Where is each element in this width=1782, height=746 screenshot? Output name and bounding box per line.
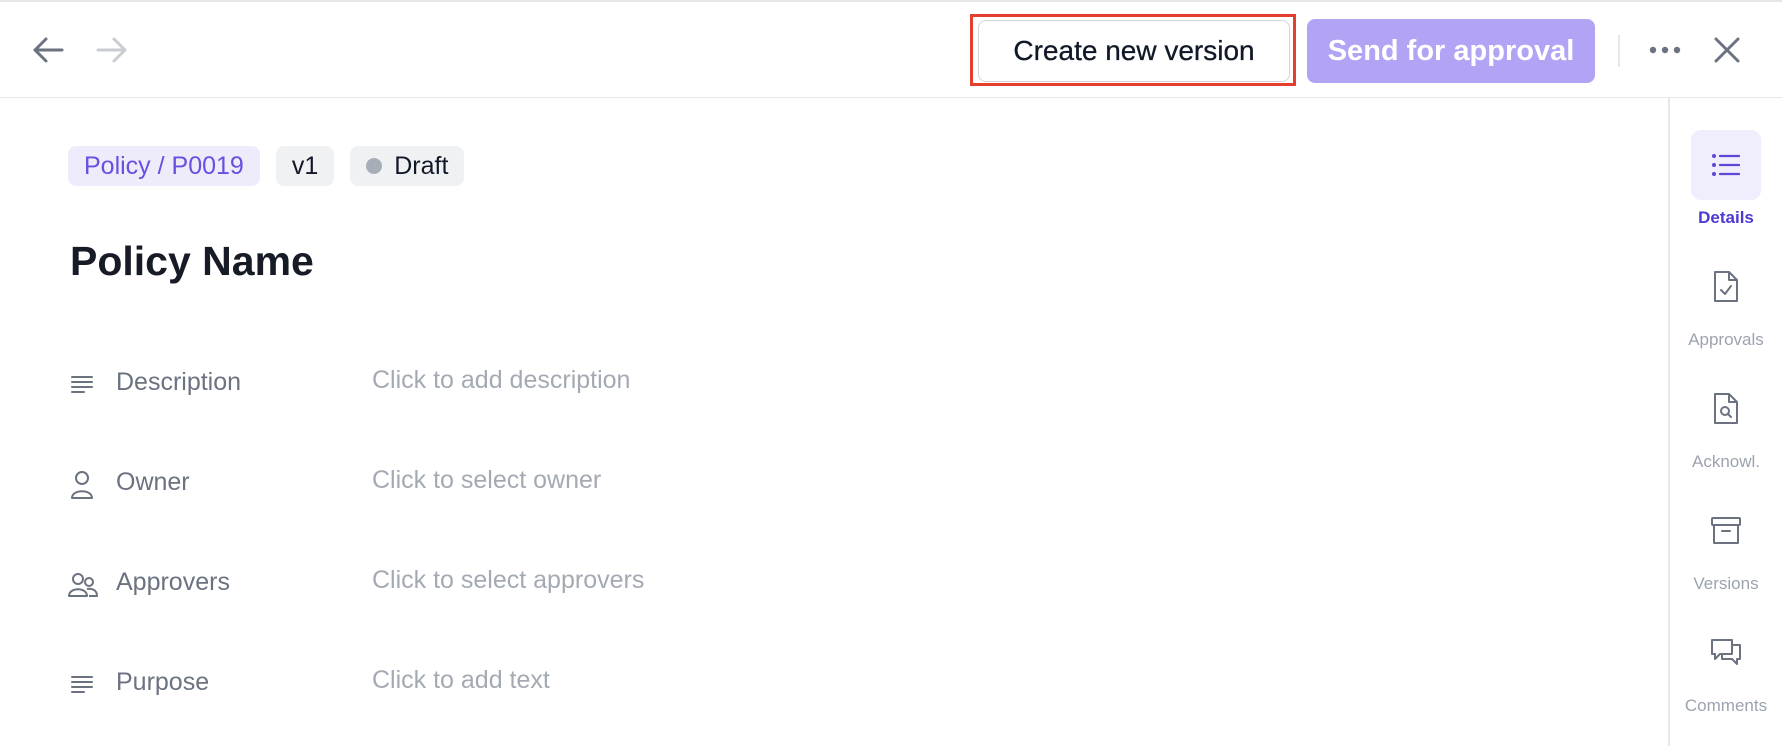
users-icon bbox=[68, 570, 98, 600]
purpose-input[interactable]: Click to add text bbox=[372, 666, 550, 695]
text-lines-icon bbox=[68, 670, 98, 700]
sidebar-item-comments[interactable]: Comments bbox=[1670, 618, 1782, 728]
file-search-icon bbox=[1691, 374, 1761, 444]
description-input[interactable]: Click to add description bbox=[372, 366, 630, 395]
sidebar-item-label: Approvals bbox=[1688, 330, 1764, 349]
sidebar-item-acknowledgements[interactable]: Acknowl. bbox=[1670, 374, 1782, 484]
file-check-icon bbox=[1691, 252, 1761, 322]
sidebar-item-label: Details bbox=[1698, 208, 1754, 227]
chat-bubbles-icon bbox=[1691, 618, 1761, 688]
owner-label: Owner bbox=[116, 468, 190, 496]
status-label: Draft bbox=[394, 151, 449, 180]
text-lines-icon bbox=[68, 370, 98, 400]
sidebar-item-versions[interactable]: Versions bbox=[1670, 496, 1782, 606]
record-badges: Policy / P0019 v1 Draft bbox=[68, 146, 465, 186]
sidebar-item-approvals[interactable]: Approvals bbox=[1670, 252, 1782, 362]
top-toolbar: Create new version Send for approval bbox=[0, 0, 1782, 98]
list-icon bbox=[1691, 130, 1761, 200]
owner-field-row: Owner Click to select owner bbox=[68, 464, 968, 504]
page-title[interactable]: Policy Name bbox=[70, 238, 314, 285]
policy-id-badge[interactable]: Policy / P0019 bbox=[68, 146, 260, 186]
description-label: Description bbox=[116, 368, 242, 396]
close-icon[interactable] bbox=[1707, 30, 1747, 70]
purpose-label: Purpose bbox=[116, 668, 210, 696]
approvers-select[interactable]: Click to select approvers bbox=[372, 566, 644, 595]
version-badge: v1 bbox=[275, 146, 335, 186]
sidebar-item-details[interactable]: Details bbox=[1670, 130, 1782, 240]
back-arrow-icon[interactable] bbox=[28, 30, 68, 70]
forward-arrow-icon[interactable] bbox=[92, 30, 132, 70]
approvers-field-row: Approvers Click to select approvers bbox=[68, 564, 968, 604]
more-options-icon[interactable] bbox=[1645, 30, 1685, 70]
toolbar-divider bbox=[1618, 35, 1620, 67]
status-badge: Draft bbox=[350, 146, 465, 186]
sidebar-item-label: Comments bbox=[1684, 696, 1768, 715]
user-icon bbox=[68, 470, 98, 500]
send-for-approval-button[interactable]: Send for approval bbox=[1307, 19, 1595, 83]
owner-select[interactable]: Click to select owner bbox=[372, 466, 601, 495]
archive-icon bbox=[1691, 496, 1761, 566]
right-sidebar: Details Approvals Acknowl. Versions Comm… bbox=[1668, 98, 1782, 746]
sidebar-item-label: Acknowl. bbox=[1691, 452, 1761, 471]
purpose-field-row: Purpose Click to add text bbox=[68, 664, 968, 704]
create-new-version-button[interactable]: Create new version bbox=[978, 20, 1290, 82]
description-field-row: Description Click to add description bbox=[68, 364, 968, 404]
status-dot-icon bbox=[366, 158, 383, 174]
approvers-label: Approvers bbox=[116, 568, 230, 596]
sidebar-item-label: Versions bbox=[1693, 574, 1759, 593]
